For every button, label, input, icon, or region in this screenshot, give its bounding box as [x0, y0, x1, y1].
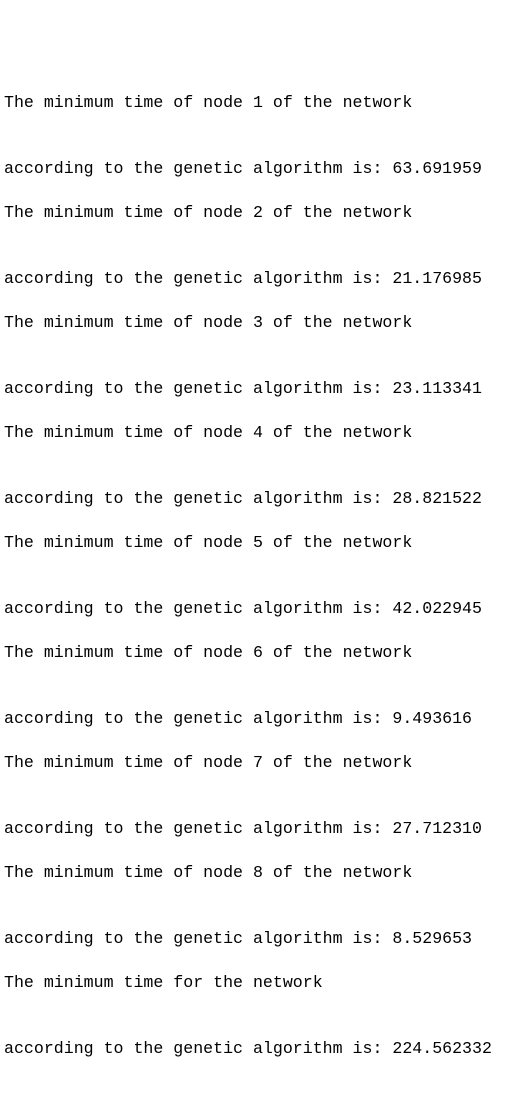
result-line: The minimum time of node 2 of the networ…	[4, 203, 413, 222]
result-line: according to the genetic algorithm is: 2…	[4, 269, 482, 288]
console-output: The minimum time of node 1 of the networ…	[4, 4, 509, 1058]
result-line: according to the genetic algorithm is: 9…	[4, 709, 473, 728]
result-line: according to the genetic algorithm is: 4…	[4, 599, 482, 618]
result-line: according to the genetic algorithm is: 2…	[4, 819, 482, 838]
result-line: The minimum time of node 1 of the networ…	[4, 93, 413, 112]
result-line: according to the genetic algorithm is: 6…	[4, 159, 482, 178]
result-line: The minimum time of node 6 of the networ…	[4, 643, 413, 662]
result-line: The minimum time of node 5 of the networ…	[4, 533, 413, 552]
node-1-result: The minimum time of node 1 of the networ…	[4, 48, 509, 178]
result-line: The minimum time of node 3 of the networ…	[4, 313, 413, 332]
result-line: according to the genetic algorithm is: 8…	[4, 929, 473, 948]
result-line: The minimum time of node 7 of the networ…	[4, 753, 413, 772]
result-line: The minimum time of node 8 of the networ…	[4, 863, 413, 882]
result-line: The minimum time of node 4 of the networ…	[4, 423, 413, 442]
result-line: according to the genetic algorithm is: 2…	[4, 379, 482, 398]
result-line: according to the genetic algorithm is: 2…	[4, 489, 482, 508]
result-line: according to the genetic algorithm is: 2…	[4, 1039, 492, 1058]
result-line: The minimum time for the network	[4, 973, 323, 992]
